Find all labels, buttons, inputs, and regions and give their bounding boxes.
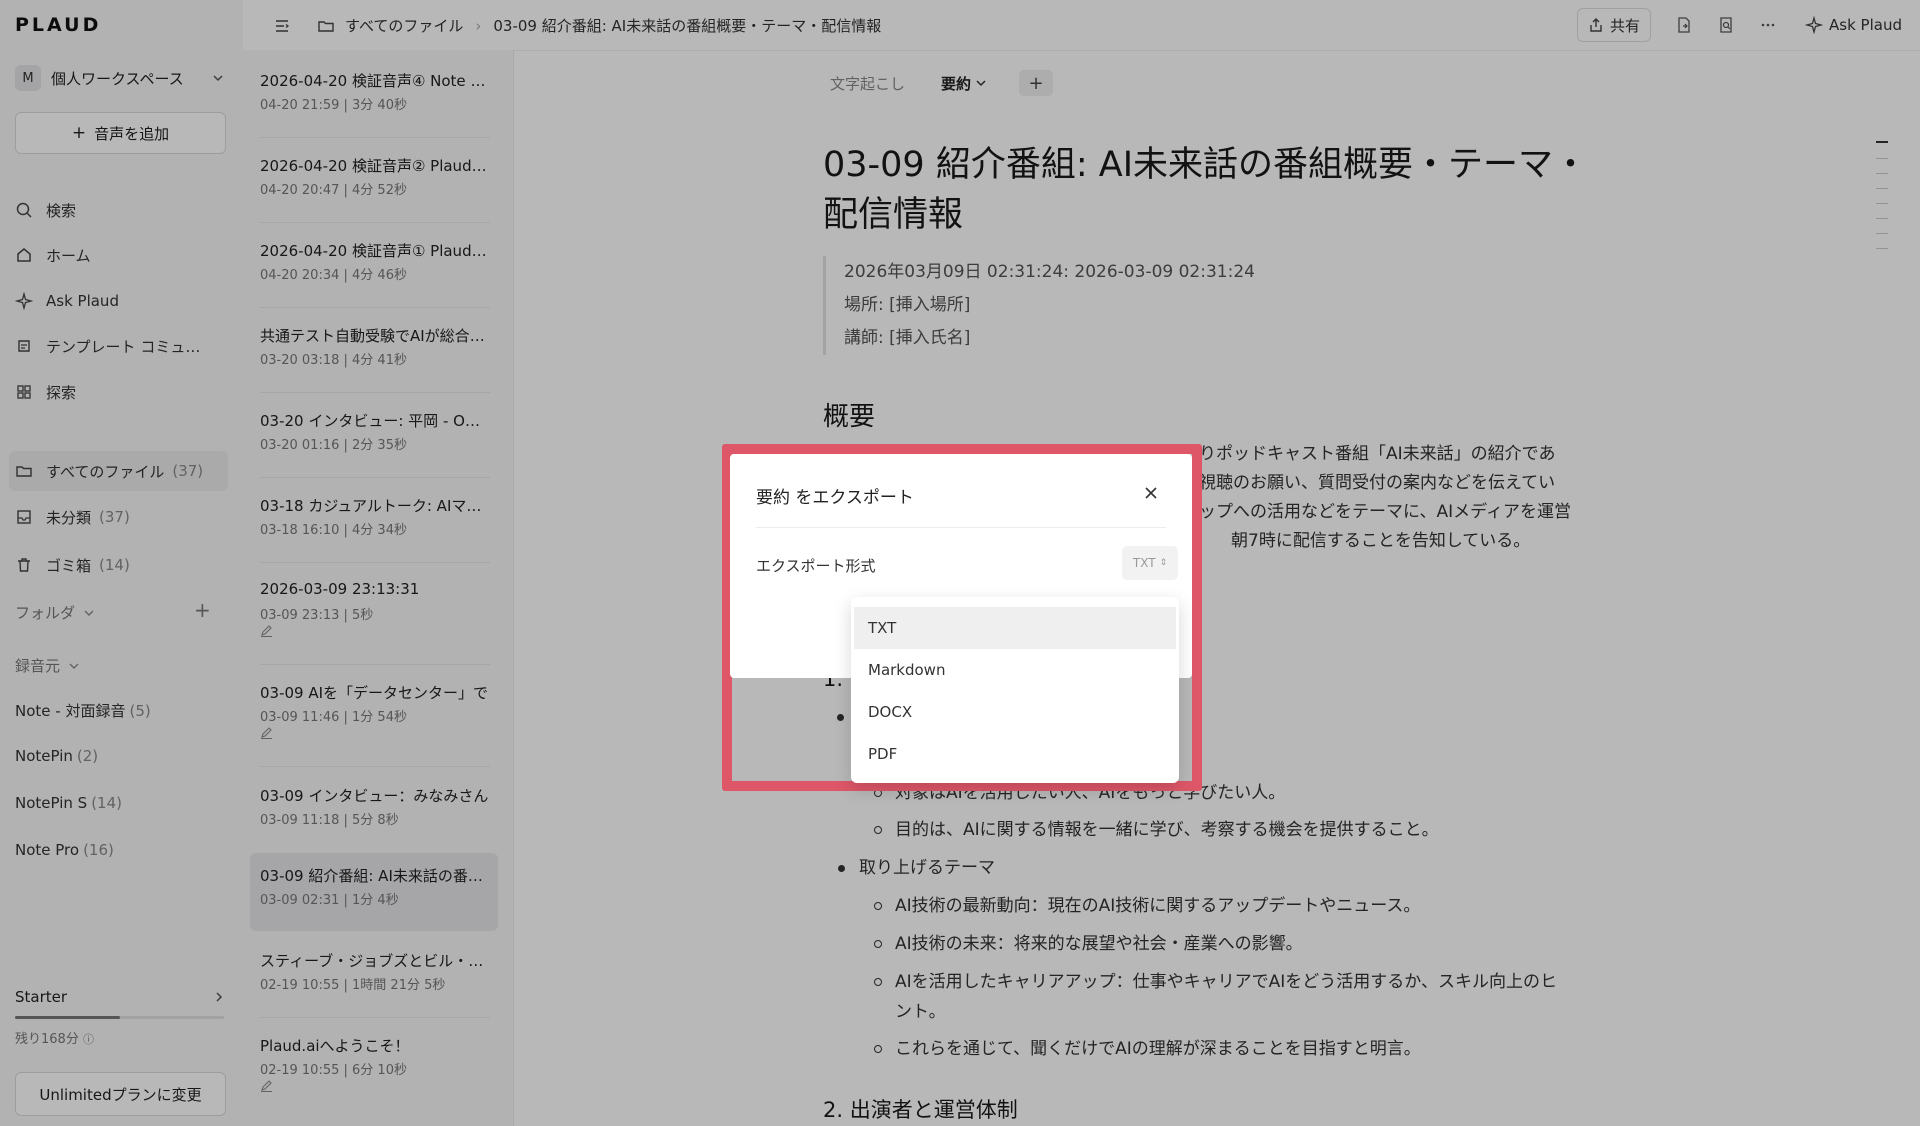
export-format-dropdown: TXT Markdown DOCX PDF (851, 597, 1179, 783)
export-format-value: TXT (1132, 556, 1156, 570)
divider (756, 527, 1166, 528)
format-option-markdown[interactable]: Markdown (854, 649, 1176, 691)
format-option-txt[interactable]: TXT (854, 607, 1176, 649)
export-format-label: エクスポート形式 (756, 557, 876, 575)
format-option-docx[interactable]: DOCX (854, 691, 1176, 733)
export-format-select[interactable]: TXT ⇕ (1122, 546, 1178, 580)
updown-icon: ⇕ (1159, 558, 1168, 568)
close-icon[interactable] (1144, 486, 1158, 500)
dialog-title: 要約 をエクスポート (756, 488, 914, 508)
format-option-pdf[interactable]: PDF (854, 733, 1176, 775)
